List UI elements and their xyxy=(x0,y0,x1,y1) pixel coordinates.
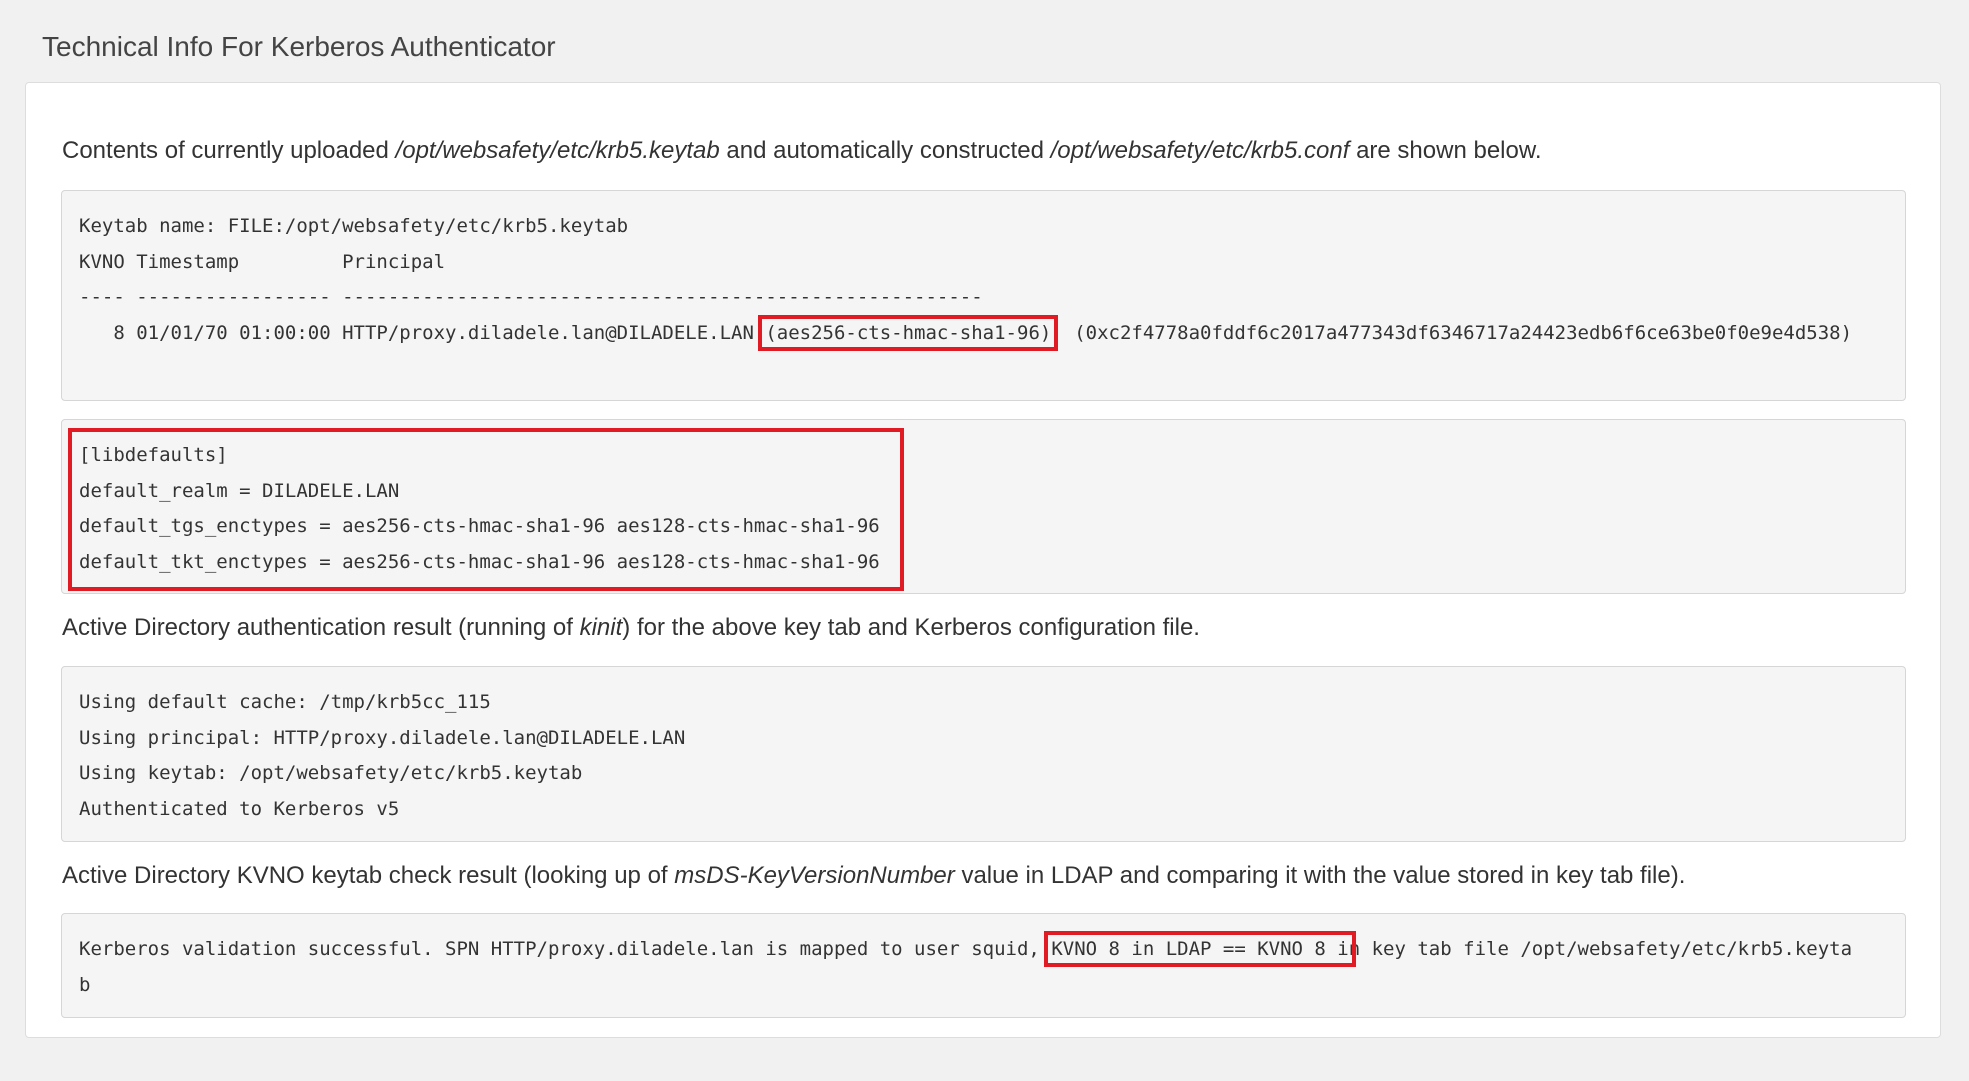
kvno-intro-suffix: value in LDAP and comparing it with the … xyxy=(954,862,1686,889)
kinit-command: kinit xyxy=(579,614,623,641)
kvno-intro-prefix: Active Directory KVNO keytab check resul… xyxy=(62,862,675,889)
keytab-listing: Keytab name: FILE:/opt/websafety/etc/krb… xyxy=(61,190,1906,401)
auth-line: Using principal: HTTP/proxy.diladele.lan… xyxy=(79,726,686,749)
kvno-intro-text: Active Directory KVNO keytab check resul… xyxy=(62,860,1685,892)
keytab-entry-key: (0xc2f4778a0fddf6c2017a477343df6346717a2… xyxy=(1051,321,1853,344)
keytab-enctype-highlight: (aes256-cts-hmac-sha1-96) xyxy=(758,314,1059,351)
intro-suffix: are shown below. xyxy=(1349,137,1542,164)
auth-line: Using keytab: /opt/websafety/etc/krb5.ke… xyxy=(79,762,583,784)
conf-line: default_realm = DILADELE.LAN xyxy=(79,479,400,502)
keytab-separator-line: ---- ----------------- -----------------… xyxy=(79,286,983,308)
keytab-path: /opt/websafety/etc/krb5.keytab xyxy=(395,137,720,164)
auth-line: Authenticated to Kerberos v5 xyxy=(79,797,400,820)
kvno-result-prefix: Kerberos validation successful. SPN HTTP… xyxy=(79,938,1052,960)
auth-line: Using default cache: /tmp/krb5cc_115 xyxy=(79,691,491,713)
auth-intro-text: Active Directory authentication result (… xyxy=(62,612,1200,644)
keytab-entry-principal: 8 01/01/70 01:00:00 HTTP/proxy.diladele.… xyxy=(79,321,766,344)
conf-line: default_tgs_enctypes = aes256-cts-hmac-s… xyxy=(79,515,880,537)
kvno-result-suffix: n key tab file /opt/websafety/etc/krb5.k… xyxy=(1348,938,1853,960)
page-title: Technical Info For Kerberos Authenticato… xyxy=(42,31,556,62)
conf-line: [libdefaults] xyxy=(79,444,228,466)
keytab-entry-line: 8 01/01/70 01:00:00 HTTP/proxy.diladele.… xyxy=(79,314,1888,352)
conf-line: default_tkt_enctypes = aes256-cts-hmac-s… xyxy=(79,550,880,573)
intro-prefix: Contents of currently uploaded xyxy=(62,137,396,164)
tech-info-panel: Contents of currently uploaded /opt/webs… xyxy=(25,82,1941,1038)
kvno-match-highlight: KVNO 8 in LDAP == KVNO 8 i xyxy=(1044,931,1356,967)
conf-path: /opt/websafety/etc/krb5.conf xyxy=(1050,137,1350,164)
kvno-result-wrap-line: b xyxy=(79,973,91,996)
keytab-intro-text: Contents of currently uploaded /opt/webs… xyxy=(62,135,1542,167)
auth-intro-suffix: ) for the above key tab and Kerberos con… xyxy=(622,614,1200,641)
keytab-name-line: Keytab name: FILE:/opt/websafety/etc/krb… xyxy=(79,215,629,237)
ldap-attribute: msDS-KeyVersionNumber xyxy=(674,862,955,889)
auth-intro-prefix: Active Directory authentication result (… xyxy=(62,614,580,641)
intro-middle: and automatically constructed xyxy=(719,137,1051,164)
keytab-header-line: KVNO Timestamp Principal xyxy=(79,250,446,273)
krb5-conf-listing: [libdefaults] default_realm = DILADELE.L… xyxy=(61,419,1906,594)
kinit-result-listing: Using default cache: /tmp/krb5cc_115 Usi… xyxy=(61,666,1906,842)
kvno-check-listing: Kerberos validation successful. SPN HTTP… xyxy=(61,913,1906,1018)
kvno-result-line: Kerberos validation successful. SPN HTTP… xyxy=(79,931,1888,968)
